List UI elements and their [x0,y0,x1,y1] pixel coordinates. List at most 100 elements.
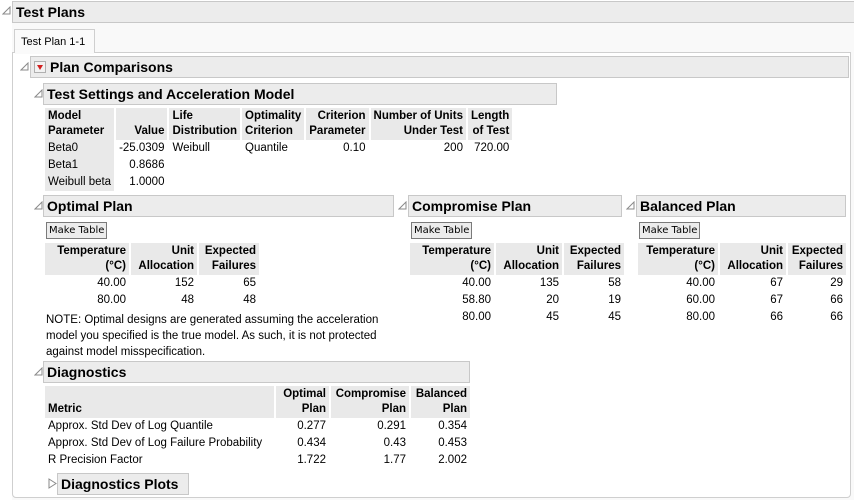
col-unit-allocation: Unit Allocation [720,243,786,275]
table-row: Beta1 0.8686 [45,157,512,174]
disclosure-open-icon[interactable] [398,201,408,211]
allocation-value: 135 [539,277,559,289]
metric-name: Approx. Std Dev of Log Failure Probabili… [48,437,263,449]
allocation-value: 152 [174,277,194,289]
col-unit-allocation: Unit Allocation [131,243,197,275]
optimal-make-table-button[interactable]: Make Table [46,222,108,239]
failures-value: 19 [608,294,621,306]
balanced-value: 2.002 [438,454,467,466]
units-under-test-value: 200 [443,142,463,154]
table-row: Approx. Std Dev of Log Failure Probabili… [45,435,470,452]
diagnostics-plots-header[interactable]: Diagnostics Plots [57,473,189,495]
col-optimality-criterion: Optimality Criterion [242,108,305,140]
balanced-value: 0.453 [438,437,467,449]
optimal-plan-title: Optimal Plan [47,198,133,214]
test-plans-title: Test Plans [16,4,85,20]
param-name: Beta1 [45,157,115,174]
metric-name: R Precision Factor [48,454,143,466]
failures-value: 48 [243,294,256,306]
table-row: Approx. Std Dev of Log Quantile 0.277 0.… [45,418,470,435]
col-expected-failures: Expected Failures [788,243,846,275]
compromise-value: 0.291 [377,420,406,432]
optimal-plan-header[interactable]: Optimal Plan [43,195,394,217]
life-distribution-value: Weibull [172,142,210,154]
allocation-value: 66 [770,311,783,323]
compromise-value: 0.43 [383,437,406,449]
failures-value: 45 [608,311,621,323]
test-settings-title: Test Settings and Acceleration Model [47,86,295,102]
balanced-make-table-button[interactable]: Make Table [639,222,701,239]
diagnostics-header[interactable]: Diagnostics [43,361,470,383]
table-row: 80.00 48 48 [45,292,259,309]
col-temperature: Temperature (°C) [410,243,494,275]
balanced-plan-title: Balanced Plan [640,198,736,214]
col-expected-failures: Expected Failures [564,243,624,275]
table-row: 40.00 67 29 [638,275,846,292]
param-value: 1.0000 [129,176,165,188]
length-of-test-value: 720.00 [474,142,510,154]
table-row: 80.00 45 45 [410,309,624,326]
table-row: 60.00 67 66 [638,292,846,309]
table-row: Weibull beta 1.0000 [45,174,512,191]
col-optimal-plan: Optimal Plan [276,386,329,418]
allocation-value: 67 [770,294,783,306]
optimal-plan-note: NOTE: Optimal designs are generated assu… [46,314,379,358]
diagnostics-table: Metric Optimal Plan Compromise Plan Balanc… [43,386,472,469]
allocation-value: 67 [770,277,783,289]
plan-comparisons-header[interactable]: Plan Comparisons [30,56,849,78]
col-metric: Metric [45,386,274,418]
compromise-plan-title: Compromise Plan [412,198,532,214]
table-row: R Precision Factor 1.722 1.77 2.002 [45,452,470,469]
failures-value: 58 [608,277,621,289]
test-settings-table: Model Parameter Value Life Distribution Op… [43,108,514,191]
temperature-value: 80.00 [97,294,126,306]
plan-comparisons-title: Plan Comparisons [50,59,173,75]
col-balanced-plan: Balanced Plan [411,386,470,418]
balanced-plan-table: Temperature (°C) Unit Allocation Expected F… [636,243,848,326]
temperature-value: 40.00 [462,277,491,289]
col-value: Value [116,108,168,140]
table-row: 40.00 135 58 [410,275,624,292]
red-triangle-menu-icon[interactable] [34,61,46,73]
col-units-under-test: Number of Units Under Test [370,108,466,140]
compromise-plan-header[interactable]: Compromise Plan [408,195,622,217]
test-settings-header[interactable]: Test Settings and Acceleration Model [43,83,557,105]
disclosure-open-icon[interactable] [626,201,636,211]
temperature-value: 40.00 [686,277,715,289]
col-expected-failures: Expected Failures [199,243,259,275]
balanced-value: 0.354 [438,420,467,432]
metric-name: Approx. Std Dev of Log Quantile [48,420,213,432]
allocation-value: 48 [181,294,194,306]
table-row: Beta0 -25.0309 Weibull Quantile 0.10 200… [45,140,512,157]
optimal-value: 0.434 [297,437,326,449]
allocation-value: 20 [546,294,559,306]
temperature-value: 80.00 [686,311,715,323]
col-length-of-test: Length of Test [467,108,513,140]
diagnostics-title: Diagnostics [47,364,127,380]
col-unit-allocation: Unit Allocation [496,243,562,275]
failures-value: 66 [830,294,843,306]
compromise-plan-table: Temperature (°C) Unit Allocation Expected F… [408,243,626,326]
test-plans-header[interactable]: Test Plans [12,1,854,23]
tab-test-plan-1-1[interactable]: Test Plan 1-1 [14,29,95,53]
param-value: 0.8686 [129,159,165,171]
failures-value: 65 [243,277,256,289]
allocation-value: 45 [546,311,559,323]
col-life-distribution: Life Distribution [169,108,241,140]
temperature-value: 80.00 [462,311,491,323]
temperature-value: 58.80 [462,294,491,306]
disclosure-open-icon[interactable] [20,62,30,72]
tab-label: Test Plan 1-1 [21,36,86,48]
failures-value: 29 [830,277,843,289]
compromise-make-table-button[interactable]: Make Table [411,222,473,239]
compromise-value: 1.77 [383,454,406,466]
col-model-parameter: Model Parameter [45,108,115,140]
temperature-value: 40.00 [97,277,126,289]
param-name: Beta0 [45,140,115,157]
balanced-plan-header[interactable]: Balanced Plan [636,195,846,217]
optimal-plan-table: Temperature (°C) Unit Allocation Expected F… [43,243,261,309]
table-row: 40.00 152 65 [45,275,259,292]
failures-value: 66 [830,311,843,323]
col-criterion-parameter: Criterion Parameter [306,108,369,140]
disclosure-open-icon[interactable] [2,6,12,16]
